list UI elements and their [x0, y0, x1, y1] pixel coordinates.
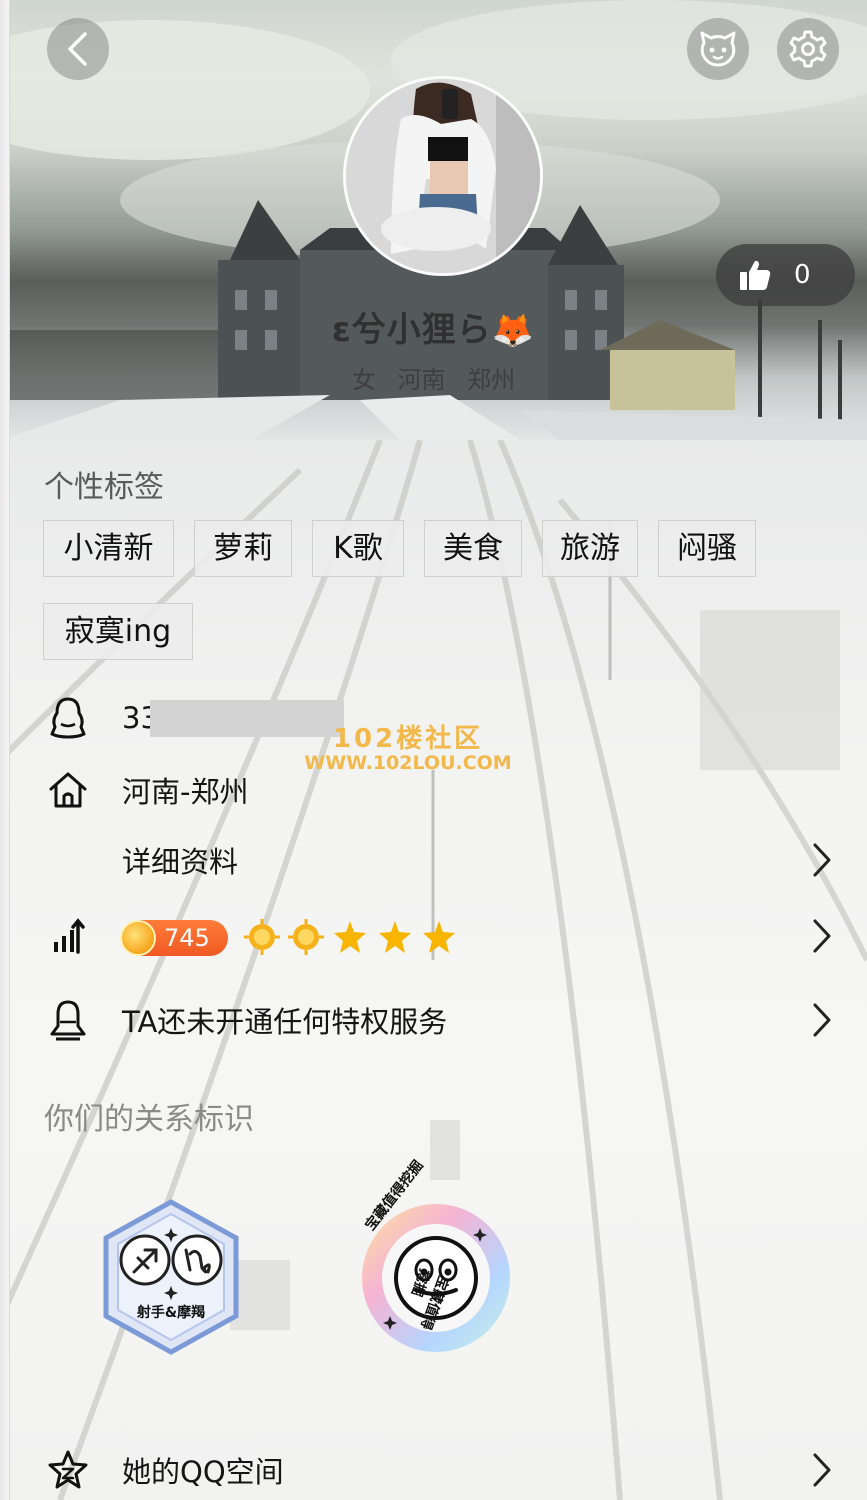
zodiac-badge[interactable]: 射手&摩羯 — [100, 1198, 242, 1358]
tag-item[interactable]: K歌 — [312, 520, 404, 577]
location-text: 河南-郑州 — [122, 775, 249, 809]
sun-icon — [288, 919, 324, 955]
star-icon — [423, 921, 455, 953]
gear-icon — [789, 30, 827, 68]
level-value: 745 — [164, 924, 210, 952]
nickname: ε兮小狸ら🦊 — [0, 302, 867, 351]
tag-item[interactable]: 旅游 — [542, 520, 638, 577]
home-icon — [44, 766, 92, 814]
chevron-right-icon — [813, 1453, 831, 1487]
tag-item[interactable]: 闷骚 — [658, 520, 756, 577]
star-icon — [379, 921, 411, 953]
zodiac-hexagon-icon — [103, 1199, 239, 1355]
like-button[interactable]: 0 — [716, 244, 855, 306]
tag-item[interactable]: 小清新 — [43, 520, 174, 577]
location-row[interactable]: 河南-郑州 — [44, 760, 844, 820]
zodiac-badge-label: 射手&摩羯 — [136, 1305, 206, 1321]
tag-item[interactable]: 萝莉 — [194, 520, 292, 577]
treasure-badge[interactable]: 宝藏值得挖掘 宝藏值得挖掘 — [358, 1158, 514, 1356]
fox-emoji: 🦊 — [491, 310, 536, 350]
pet-face-icon — [700, 31, 736, 67]
relation-section-title: 你们的关系标识 — [44, 1102, 254, 1137]
penguin-icon — [44, 694, 92, 742]
level-stars — [244, 919, 455, 955]
qzone-star-icon — [44, 1446, 92, 1494]
sun-icon — [244, 919, 280, 955]
chevron-right-icon — [813, 919, 831, 953]
qzone-label: 她的QQ空间 — [122, 1455, 284, 1489]
left-edge-strip — [0, 0, 10, 1500]
privilege-text: TA还未开通任何特权服务 — [122, 1005, 448, 1039]
gender-location: 女 河南 郑州 — [351, 366, 516, 394]
thumbs-up-icon — [740, 260, 771, 290]
star-icon — [334, 921, 366, 953]
qzone-row[interactable]: 她的QQ空间 — [44, 1440, 844, 1500]
settings-button[interactable] — [777, 18, 839, 80]
chevron-right-icon — [813, 1003, 831, 1037]
avatar[interactable] — [343, 76, 543, 276]
tag-item[interactable]: 寂寞ing — [43, 603, 193, 660]
tag-item[interactable]: 美食 — [424, 520, 522, 577]
watermark-line1: 102楼社区 — [332, 724, 484, 754]
details-label: 详细资料 — [122, 845, 239, 879]
chevron-right-icon — [813, 843, 831, 877]
chevron-left-icon — [68, 32, 87, 66]
tags-section-title: 个性标签 — [44, 470, 164, 505]
like-count: 0 — [794, 260, 811, 290]
level-chart-icon — [44, 912, 92, 960]
privilege-row[interactable]: TA还未开通任何特权服务 — [44, 990, 844, 1050]
coin-icon — [120, 920, 156, 956]
vip-bell-icon — [44, 996, 92, 1044]
avatar-photo — [346, 79, 540, 273]
back-button[interactable] — [47, 18, 109, 80]
nickname-text: ε兮小狸ら — [331, 310, 492, 350]
pet-button[interactable] — [687, 18, 749, 80]
details-row[interactable]: 详细资料 — [44, 830, 844, 890]
level-badge: 745 — [120, 920, 228, 956]
